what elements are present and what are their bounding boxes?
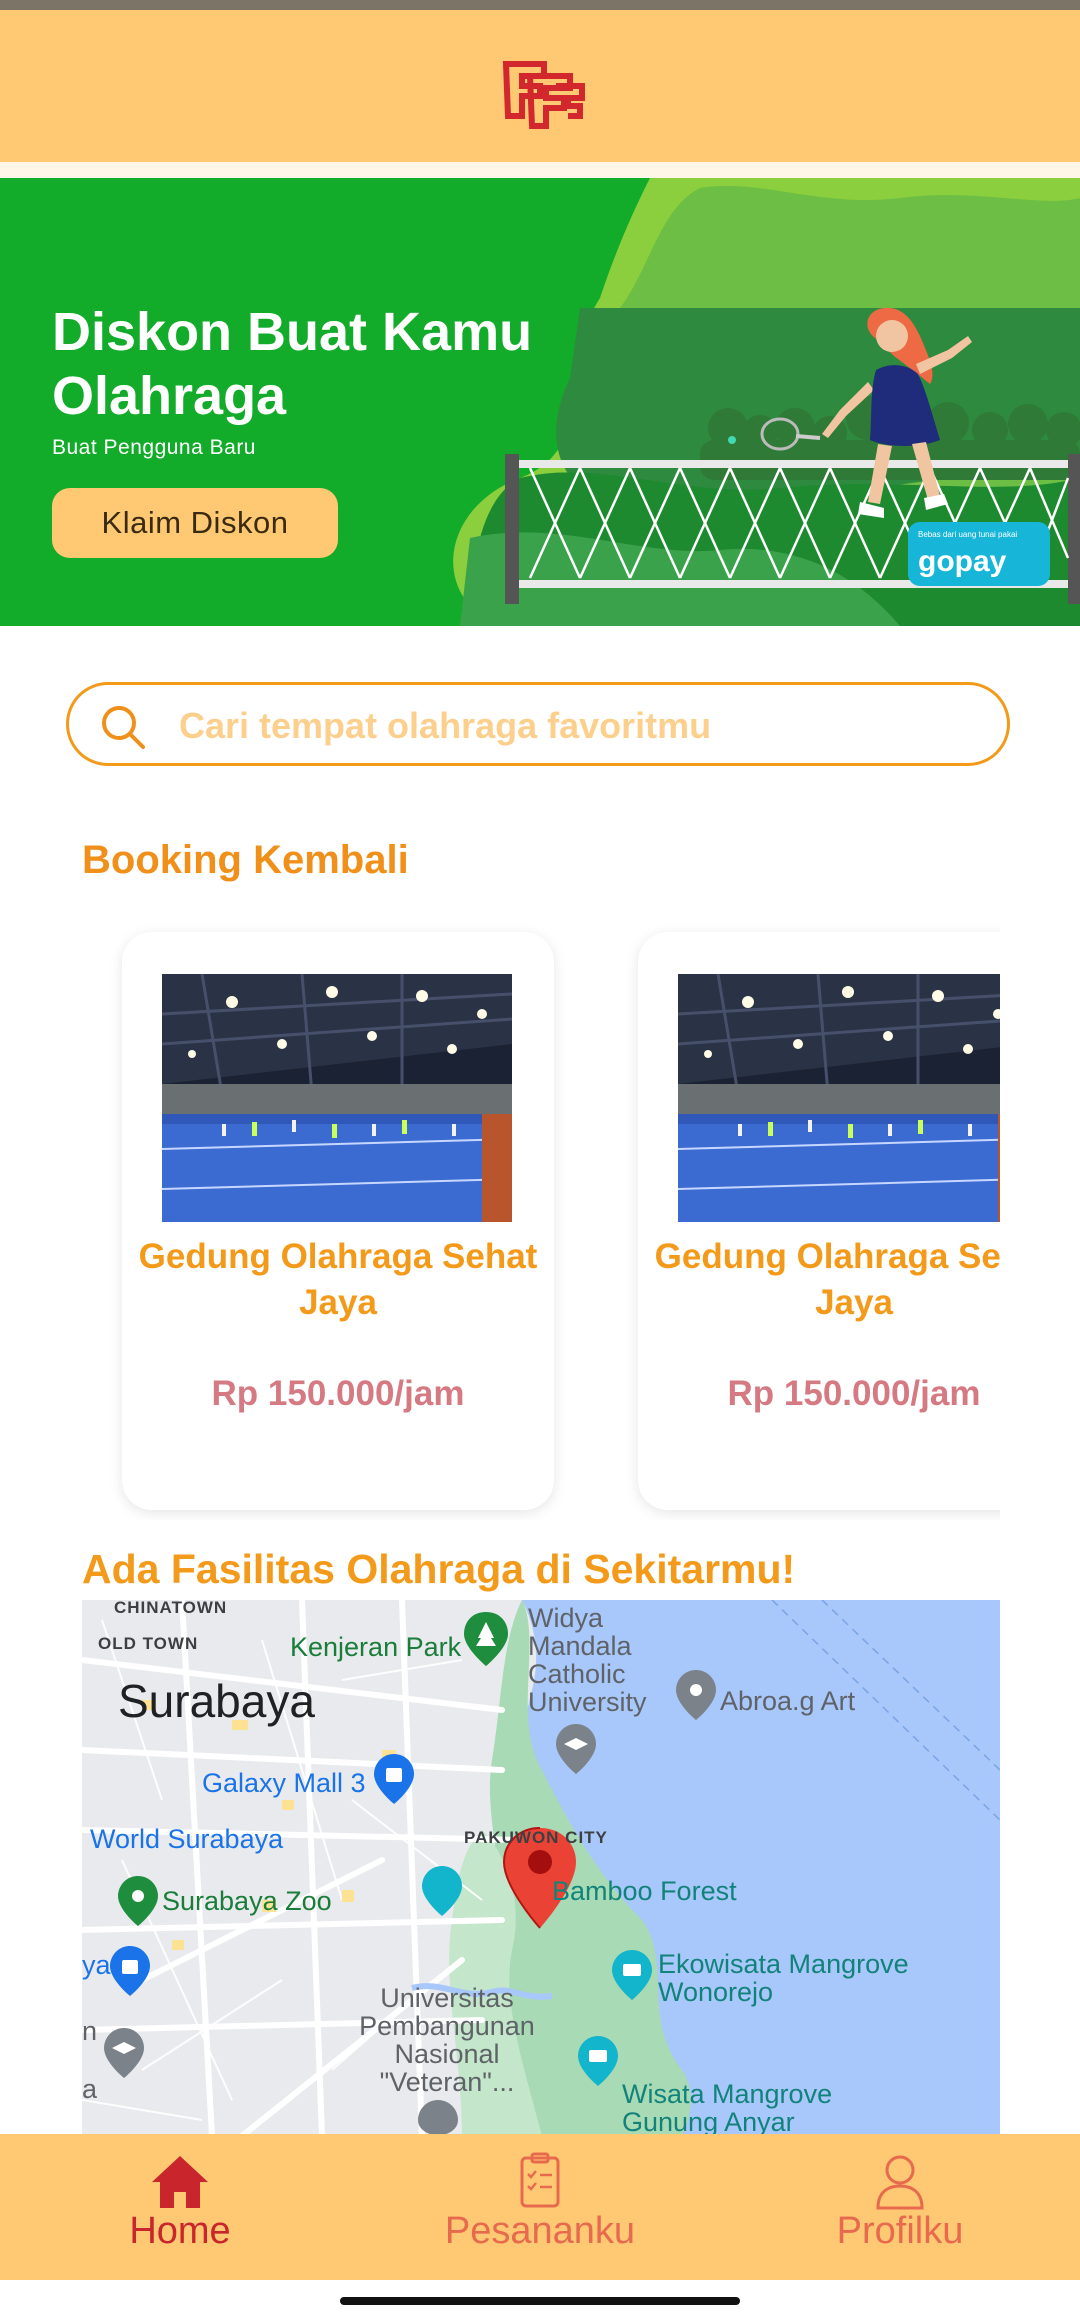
map-label-oldtown: OLD TOWN: [98, 1634, 199, 1653]
status-strip: [0, 0, 1080, 10]
gopay-badge-caption: Bebas dari uang tunai pakai: [918, 530, 1018, 539]
nav-profile[interactable]: Profilku: [750, 2134, 1050, 2280]
map-label-widya: Widya Mandala Catholic University: [528, 1603, 647, 1717]
header-divider: [0, 162, 1080, 178]
map-label-kenjeran: Kenjeran Park: [290, 1632, 462, 1662]
nav-orders[interactable]: Pesananku: [390, 2134, 690, 2280]
nav-home-label: Home: [129, 2210, 231, 2252]
map-label-world: World Surabaya: [90, 1824, 284, 1854]
venue-price: Rp 150.000/jam: [727, 1374, 981, 1413]
gesture-handle[interactable]: [340, 2297, 740, 2305]
promo-banner[interactable]: Diskon Buat Kamu Olahraga Buat Pengguna …: [0, 178, 1080, 626]
map-label-upn: Universitas Pembangunan Nasional "Vetera…: [359, 1983, 535, 2097]
search-icon: [102, 706, 145, 749]
nearby-map[interactable]: CHINATOWN OLD TOWN Surabaya Kenjeran Par…: [82, 1600, 1000, 2136]
clipboard-icon: [520, 2152, 560, 2208]
banner-title: Diskon Buat Kamu Olahraga: [52, 302, 533, 426]
map-label-pakuwon: PAKUWON CITY: [464, 1828, 608, 1847]
booking-section-title: Booking Kembali: [82, 838, 409, 882]
claim-discount-button[interactable]: Klaim Diskon: [52, 488, 338, 558]
map-label-bamboo: Bamboo Forest: [552, 1876, 737, 1906]
nearby-section-title: Ada Fasilitas Olahraga di Sekitarmu!: [82, 1546, 796, 1592]
map-label-edge-ya: ya: [82, 1950, 111, 1980]
venue-card[interactable]: Gedung Olahraga Sehat Jaya Rp 150.000/ja…: [638, 932, 1000, 1510]
gopay-badge: Bebas dari uang tunai pakai gopay: [908, 522, 1050, 586]
banner-subtitle: Buat Pengguna Baru: [52, 436, 256, 459]
venue-price: Rp 150.000/jam: [211, 1374, 465, 1413]
venue-photo: [162, 974, 512, 1222]
map-label-galaxy: Galaxy Mall 3: [202, 1768, 366, 1798]
search-input[interactable]: [177, 695, 981, 757]
home-icon: [152, 2156, 208, 2208]
venue-name: Gedung Olahraga Sehat Jaya: [654, 1237, 1000, 1322]
venue-name: Gedung Olahraga Sehat Jaya: [138, 1237, 538, 1322]
venue-photo: [678, 974, 1000, 1222]
map-label-abroag: Abroa.g Art: [720, 1686, 856, 1716]
gopay-badge-text: gopay: [918, 545, 1007, 578]
map-label-zoo: Surabaya Zoo: [162, 1886, 332, 1916]
bottom-nav: Home Pesananku Profilku: [0, 2134, 1080, 2280]
search-bar[interactable]: [66, 682, 1010, 766]
app-logo: [502, 61, 585, 129]
map-label-wisata: Wisata Mangrove Gunung Anyar: [622, 2079, 833, 2136]
nav-profile-label: Profilku: [836, 2210, 964, 2252]
map-label-surabaya: Surabaya: [118, 1675, 315, 1727]
nav-home[interactable]: Home: [30, 2134, 330, 2280]
map-label-chinatown: CHINATOWN: [114, 1600, 228, 1617]
venue-card[interactable]: Gedung Olahraga Sehat Jaya Rp 150.000/ja…: [122, 932, 554, 1510]
map-label-ekowisata: Ekowisata Mangrove Wonorejo: [658, 1949, 909, 2007]
map-label-edge-n: n: [82, 2016, 98, 2046]
user-icon: [876, 2155, 924, 2210]
nav-orders-label: Pesananku: [444, 2210, 636, 2252]
booking-carousel[interactable]: Gedung Olahraga Sehat Jaya Rp 150.000/ja…: [82, 920, 1000, 1520]
map-label-edge-a: a: [82, 2074, 98, 2104]
app-header: [0, 10, 1080, 162]
